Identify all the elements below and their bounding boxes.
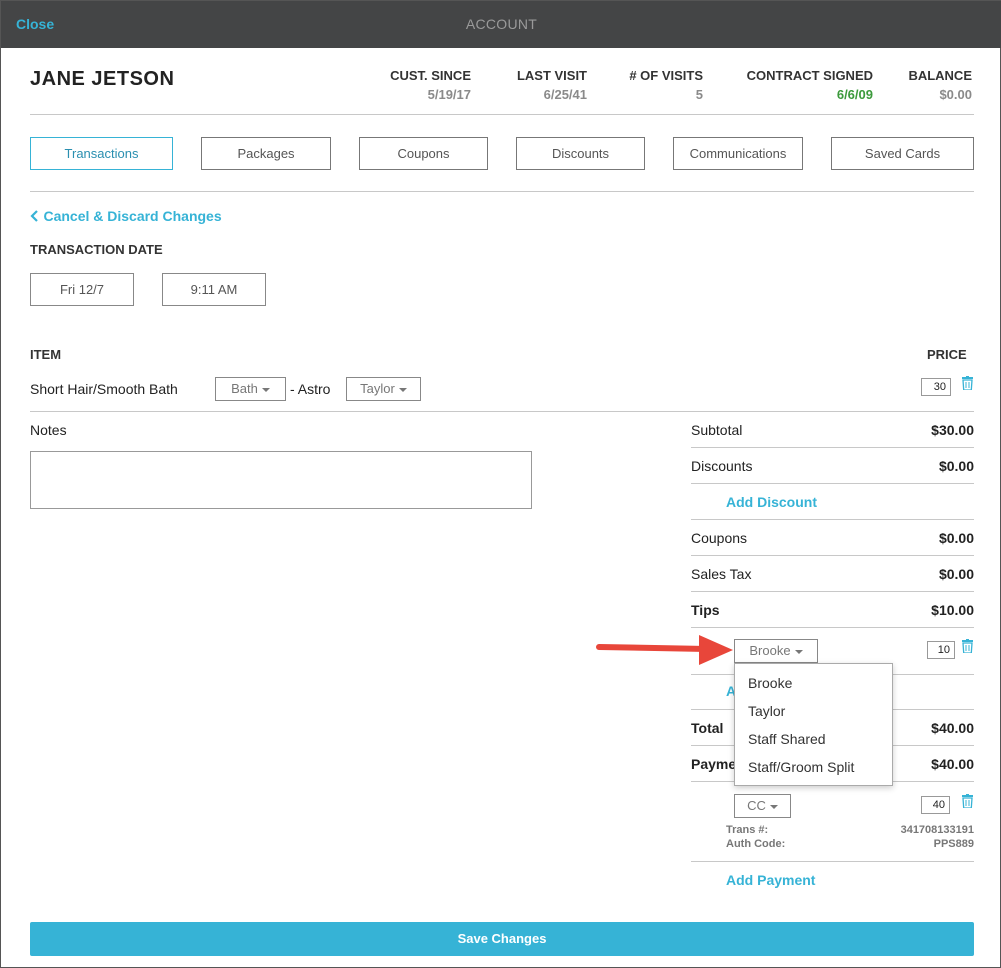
- add-discount-link[interactable]: Add Discount: [726, 494, 817, 510]
- add-payment-link[interactable]: Add Payment: [726, 872, 815, 888]
- price-header: PRICE: [927, 347, 967, 362]
- save-changes-button[interactable]: Save Changes: [30, 922, 974, 956]
- stat-label: LAST VISIT: [516, 68, 587, 83]
- divider: [691, 447, 974, 448]
- tip-staff-menu: Brooke Taylor Staff Shared Staff/Groom S…: [734, 663, 893, 786]
- divider: [30, 191, 974, 192]
- menu-option-staff-groom-split[interactable]: Staff/Groom Split: [748, 759, 854, 775]
- payment-amount-input[interactable]: 40: [921, 796, 950, 814]
- trash-icon[interactable]: [962, 639, 973, 653]
- staff-dropdown-value: Taylor: [360, 381, 395, 396]
- stat-label: BALANCE: [908, 68, 972, 83]
- discounts-value: $0.00: [938, 458, 974, 474]
- transaction-date-label: TRANSACTION DATE: [30, 242, 163, 257]
- trash-icon[interactable]: [962, 794, 973, 808]
- stat-label: CONTRACT SIGNED: [746, 68, 873, 83]
- payments-label: Payme: [691, 756, 737, 772]
- notes-label: Notes: [30, 422, 67, 438]
- divider: [691, 519, 974, 520]
- tips-label: Tips: [691, 602, 720, 618]
- title-bar: Close ACCOUNT: [1, 1, 1001, 48]
- subtotal-label: Subtotal: [691, 422, 743, 438]
- tab-discounts[interactable]: Discounts: [516, 137, 645, 170]
- cancel-discard-label[interactable]: Cancel & Discard Changes: [43, 208, 221, 224]
- service-dropdown[interactable]: Bath: [215, 377, 286, 401]
- menu-option-taylor[interactable]: Taylor: [748, 703, 785, 719]
- stat-value: 6/25/41: [543, 87, 587, 102]
- auth-label: Auth Code:: [726, 838, 786, 850]
- stat-last-visit: LAST VISIT 6/25/41: [487, 68, 587, 102]
- trash-icon[interactable]: [962, 376, 973, 390]
- trans-value: 341708133191: [900, 824, 974, 836]
- divider: [691, 627, 974, 628]
- stat-value: $0.00: [939, 87, 972, 102]
- tip-staff-dropdown[interactable]: Brooke: [734, 639, 818, 663]
- tab-coupons[interactable]: Coupons: [359, 137, 488, 170]
- divider: [691, 555, 974, 556]
- item-price-input[interactable]: 30: [921, 378, 951, 396]
- time-picker[interactable]: 9:11 AM: [162, 273, 266, 306]
- divider: [691, 861, 974, 862]
- stat-label: CUST. SINCE: [390, 68, 471, 83]
- item-name: Short Hair/Smooth Bath: [30, 381, 178, 397]
- customer-name: JANE JETSON: [30, 68, 175, 90]
- stat-value: 6/6/09: [836, 87, 873, 102]
- divider: [30, 114, 974, 115]
- auth-value: PPS889: [933, 838, 974, 850]
- stat-visits: # OF VISITS 5: [603, 68, 703, 102]
- divider: [691, 591, 974, 592]
- trans-label: Trans #:: [726, 824, 769, 836]
- discounts-row: Discounts $0.00: [691, 458, 974, 476]
- tip-amount-input[interactable]: 10: [927, 641, 955, 659]
- stat-contract-signed: CONTRACT SIGNED 6/6/09: [723, 68, 873, 102]
- date-picker[interactable]: Fri 12/7: [30, 273, 134, 306]
- tab-saved-cards[interactable]: Saved Cards: [831, 137, 974, 170]
- notes-textarea[interactable]: [30, 451, 532, 509]
- tab-communications[interactable]: Communications: [673, 137, 803, 170]
- tab-transactions[interactable]: Transactions: [30, 137, 173, 170]
- caret-down-icon: [398, 387, 407, 392]
- stat-cust-since: CUST. SINCE 5/19/17: [371, 68, 471, 102]
- pet-name: - Astro: [290, 381, 331, 397]
- caret-down-icon: [769, 804, 778, 809]
- chevron-left-icon: [30, 210, 38, 222]
- sales-tax-row: Sales Tax $0.00: [691, 566, 974, 584]
- subtotal-value: $30.00: [931, 422, 974, 438]
- sales-tax-value: $0.00: [938, 566, 974, 582]
- subtotal-row: Subtotal $30.00: [691, 422, 974, 440]
- cancel-discard-link[interactable]: Cancel & Discard Changes: [30, 208, 222, 226]
- service-dropdown-value: Bath: [231, 381, 258, 396]
- arrow-annotation-icon: [596, 635, 733, 665]
- menu-option-staff-shared[interactable]: Staff Shared: [748, 731, 826, 747]
- sales-tax-label: Sales Tax: [691, 566, 752, 582]
- total-value: $40.00: [931, 720, 974, 736]
- window-title: ACCOUNT: [465, 16, 538, 32]
- stat-value: 5/19/17: [427, 87, 471, 102]
- divider: [30, 411, 974, 412]
- discounts-label: Discounts: [691, 458, 753, 474]
- account-window: Close ACCOUNT JANE JETSON CUST. SINCE 5/…: [0, 0, 1001, 968]
- stat-balance: BALANCE $0.00: [881, 68, 972, 102]
- payment-method-value: CC: [747, 798, 766, 813]
- caret-down-icon: [261, 387, 270, 392]
- tab-packages[interactable]: Packages: [201, 137, 331, 170]
- tip-staff-value: Brooke: [749, 643, 791, 658]
- caret-down-icon: [794, 649, 803, 654]
- payment-method-dropdown[interactable]: CC: [734, 794, 791, 818]
- payments-value: $40.00: [931, 756, 974, 772]
- stat-value: 5: [695, 87, 703, 102]
- stat-label: # OF VISITS: [629, 68, 703, 83]
- total-label: Total: [691, 720, 724, 736]
- divider: [691, 483, 974, 484]
- item-header: ITEM: [30, 347, 62, 362]
- tips-value: $10.00: [931, 602, 974, 618]
- menu-option-brooke[interactable]: Brooke: [748, 675, 792, 691]
- coupons-label: Coupons: [691, 530, 748, 546]
- staff-dropdown[interactable]: Taylor: [346, 377, 421, 401]
- coupons-value: $0.00: [938, 530, 974, 546]
- tips-row: Tips $10.00: [691, 602, 974, 620]
- coupons-row: Coupons $0.00: [691, 530, 974, 548]
